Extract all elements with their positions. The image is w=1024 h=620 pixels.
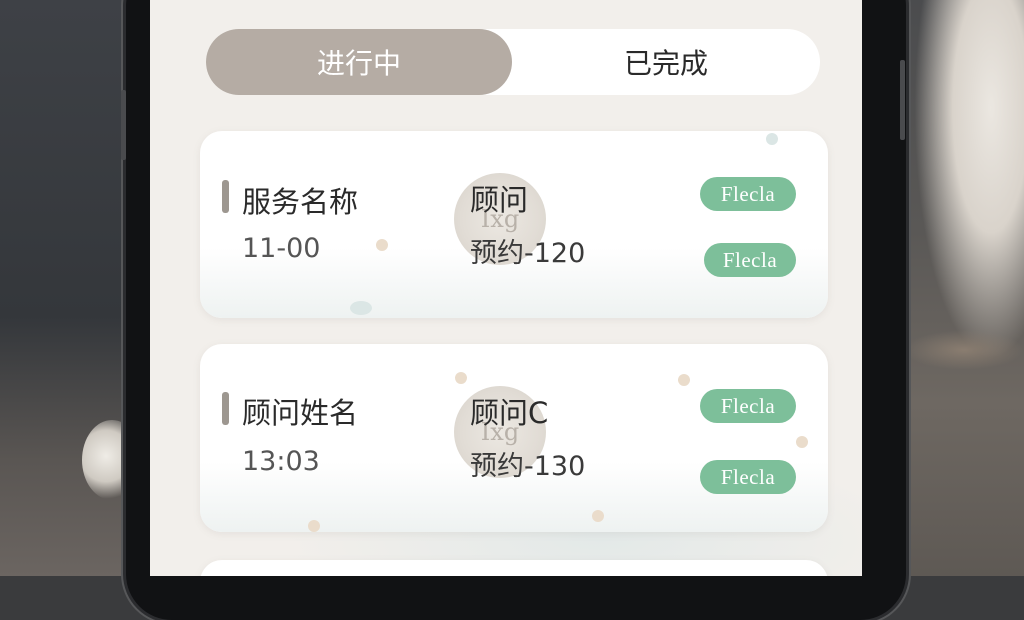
decor-speck: [592, 510, 604, 522]
consultant-label: 顾问: [470, 183, 529, 217]
appointment-card[interactable]: 服务名称 11-00 Ixg 顾问 预约-120 Flecla Flecla: [200, 131, 828, 318]
decor-speck: [796, 436, 808, 448]
background-vase: [914, 0, 1024, 360]
status-badge[interactable]: Flecla: [700, 177, 796, 211]
decor-speck: [766, 133, 778, 145]
tab-in-progress[interactable]: 进行中: [206, 29, 512, 95]
booking-number: 预约-120: [470, 238, 586, 269]
decor-speck: [350, 301, 372, 315]
decor-speck: [376, 239, 388, 251]
decor-speck: [308, 520, 320, 532]
service-time: 11-00: [242, 233, 321, 264]
service-name: 顾问姓名: [242, 396, 359, 430]
booking-number: 预约-130: [470, 451, 586, 482]
status-badge[interactable]: Flecla: [700, 460, 796, 494]
tab-completed[interactable]: 已完成: [512, 29, 820, 95]
decor-speck: [678, 374, 690, 386]
card-accent-bar: [222, 180, 229, 213]
status-badge[interactable]: Flecla: [700, 389, 796, 423]
phone-power-button: [900, 60, 905, 140]
service-time: 13:03: [242, 446, 320, 477]
consultant-label: 顾问C: [470, 396, 549, 430]
decor-speck: [455, 372, 467, 384]
status-badge[interactable]: Flecla: [704, 243, 796, 277]
background-saucer: [904, 330, 1024, 370]
appointment-card-partial[interactable]: [200, 560, 828, 576]
app-screen: 进行中 已完成 服务名称 11-00 Ixg 顾问 预约-120 Flecla …: [150, 0, 862, 576]
phone-volume-button: [121, 90, 126, 160]
card-accent-bar: [222, 392, 229, 425]
service-name: 服务名称: [242, 185, 359, 219]
status-segmented-control: 进行中 已完成: [206, 29, 820, 95]
appointment-card[interactable]: 顾问姓名 13:03 Ixg 顾问C 预约-130 Flecla Flecla: [200, 344, 828, 532]
